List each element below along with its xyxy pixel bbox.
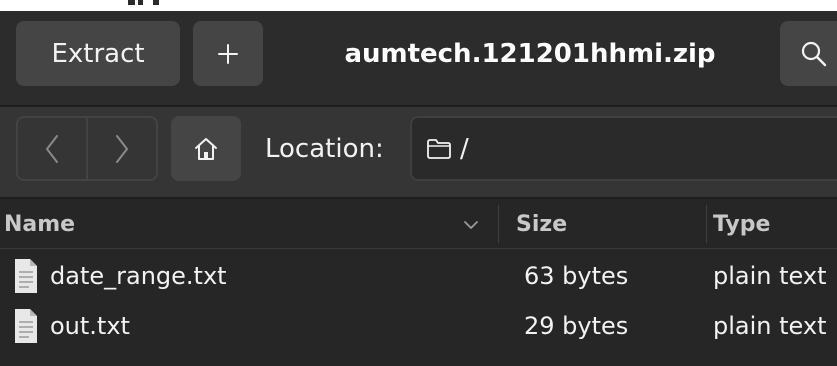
file-type: plain text (713, 262, 827, 290)
text-file-icon (15, 309, 37, 343)
folder-icon (427, 138, 451, 159)
table-row[interactable]: out.txt 29 bytes plain text (0, 301, 837, 351)
column-type-label: Type (713, 211, 771, 237)
clipped-glyph (128, 0, 135, 5)
window-title: aumtech.121201hhmi.zip (344, 38, 716, 69)
archive-manager-window: Extract aumtech.121201hhmi.zip Location:… (0, 0, 837, 366)
home-button[interactable] (171, 116, 241, 181)
chevron-left-icon (46, 134, 58, 163)
file-size: 29 bytes (524, 312, 629, 340)
window-top-strip (0, 0, 837, 11)
extract-button[interactable]: Extract (16, 21, 180, 86)
home-icon (195, 137, 217, 160)
location-toolbar: Location: / (0, 107, 837, 197)
chevron-down-icon (464, 221, 478, 229)
text-file-icon (15, 259, 37, 293)
file-type: plain text (713, 312, 827, 340)
file-name: date_range.txt (50, 262, 227, 290)
back-button[interactable] (18, 118, 86, 179)
column-divider[interactable] (498, 205, 499, 243)
add-files-button[interactable] (193, 21, 263, 86)
clipped-glyph (138, 0, 143, 5)
search-button[interactable] (780, 21, 837, 86)
chevron-right-icon (116, 134, 128, 163)
column-name-label: Name (4, 211, 76, 237)
header-bar: Extract aumtech.121201hhmi.zip (0, 11, 837, 105)
forward-button[interactable] (88, 118, 156, 179)
file-name-cell: date_range.txt (12, 251, 227, 301)
file-size: 63 bytes (524, 262, 629, 290)
column-header-size[interactable]: Size (516, 199, 706, 249)
location-path: / (460, 133, 469, 164)
search-icon (801, 41, 827, 66)
column-headers: Name Size Type (0, 199, 837, 249)
extract-button-label: Extract (51, 38, 145, 69)
clipped-glyph (153, 0, 159, 5)
table-row[interactable]: date_range.txt 63 bytes plain text (0, 251, 837, 301)
file-list: Name Size Type date_range.txt 63 bytes p… (0, 199, 837, 366)
navigation-buttons (16, 116, 158, 181)
column-size-label: Size (516, 211, 568, 237)
file-name-cell: out.txt (12, 301, 130, 351)
plus-icon (218, 43, 238, 64)
location-field[interactable]: / (410, 116, 837, 181)
column-divider[interactable] (706, 205, 707, 243)
column-header-type[interactable]: Type (713, 199, 837, 249)
column-header-name[interactable]: Name (4, 199, 498, 249)
location-label: Location: (265, 133, 384, 164)
file-name: out.txt (50, 312, 130, 340)
